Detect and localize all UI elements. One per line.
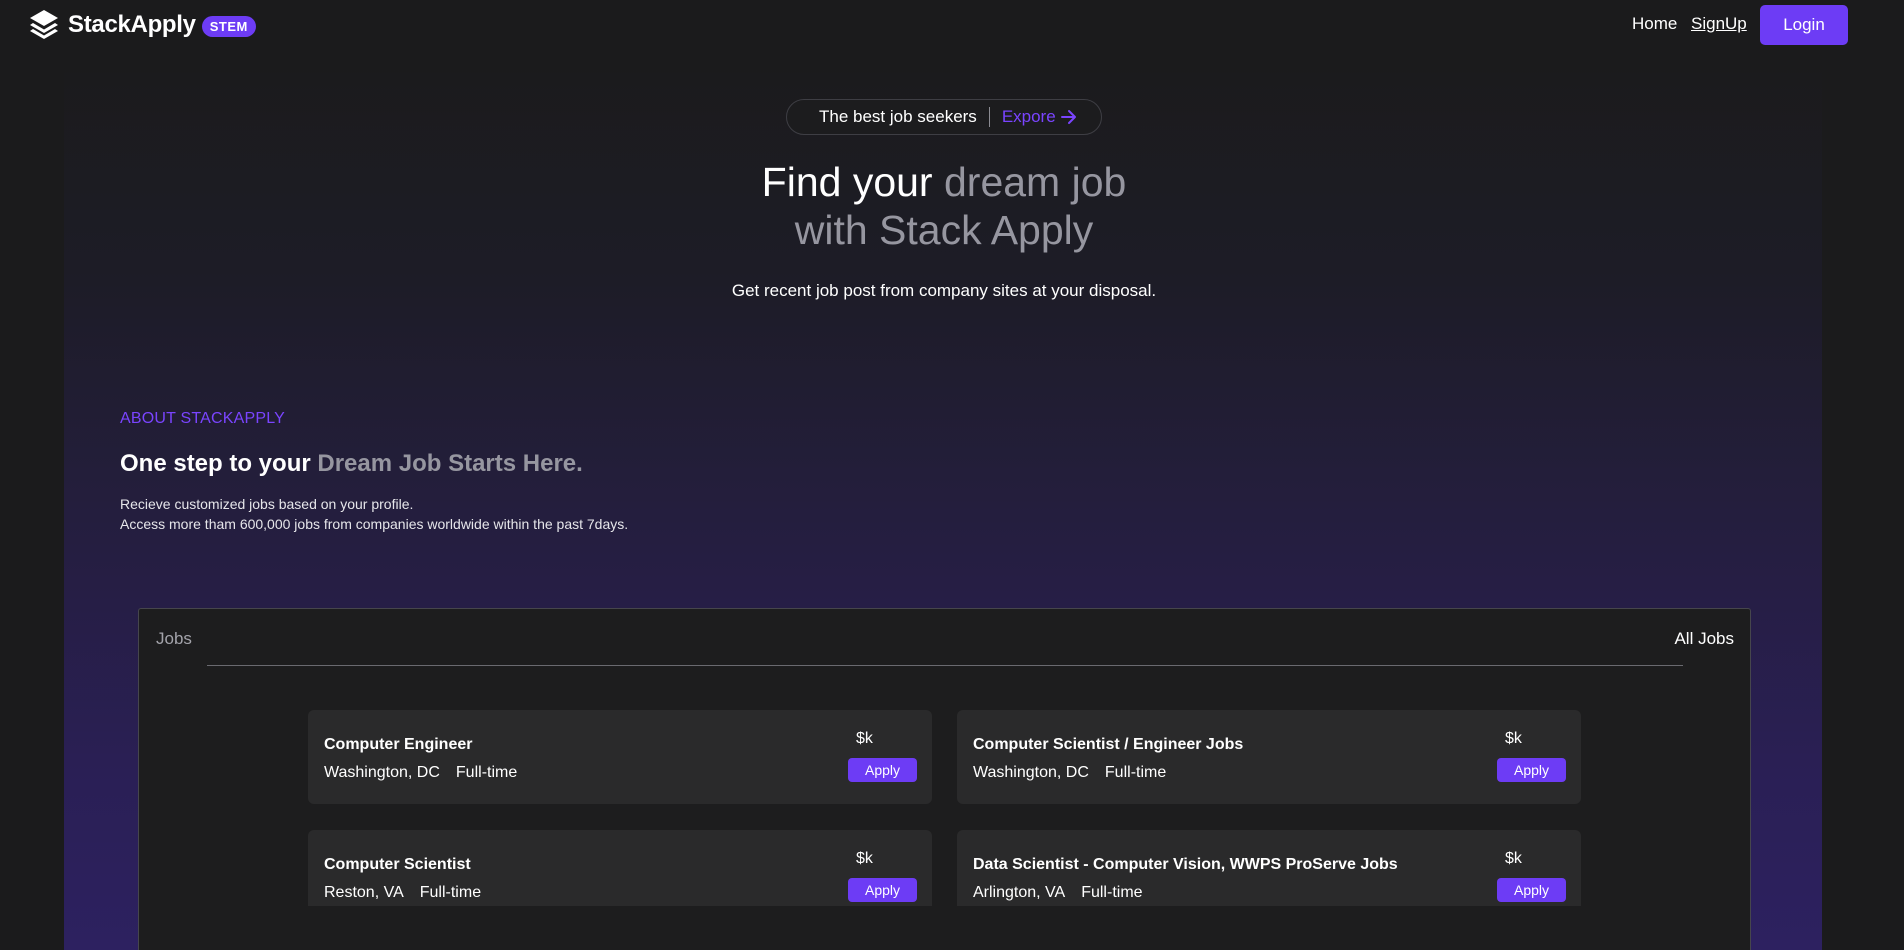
about-title-highlight: Dream Job Starts Here.: [317, 450, 583, 477]
job-title: Computer Engineer: [324, 736, 473, 753]
hero-title-part1: Find your: [761, 159, 944, 205]
about-eyebrow: ABOUT STACKAPPLY: [120, 410, 286, 427]
all-jobs-link[interactable]: All Jobs: [1674, 629, 1734, 649]
jobs-scroll-area[interactable]: Jobs All Jobs Computer Engineer Washingt…: [139, 609, 1750, 906]
hero-title-highlight: dream job: [943, 159, 1127, 205]
arrow-right-icon: [1060, 110, 1076, 124]
job-salary: $k: [856, 850, 873, 867]
apply-button[interactable]: Apply: [1497, 878, 1566, 902]
apply-button[interactable]: Apply: [1497, 758, 1566, 782]
brand[interactable]: StackApply STEM: [28, 8, 256, 41]
job-type: Full-time: [1081, 884, 1143, 901]
pill-divider: [988, 107, 990, 127]
job-meta: Arlington, VA Full-time: [973, 884, 1143, 902]
tab-jobs[interactable]: Jobs: [156, 629, 192, 649]
job-location: Washington, DC: [324, 764, 440, 781]
apply-button[interactable]: Apply: [848, 758, 917, 782]
job-card[interactable]: Computer Scientist Reston, VA Full-time …: [308, 830, 932, 906]
hero-subtitle: Get recent job post from company sites a…: [731, 281, 1157, 300]
top-navbar: StackApply STEM Home SignUp Login: [0, 0, 1904, 50]
job-salary: $k: [1505, 850, 1522, 867]
job-meta: Washington, DC Full-time: [973, 764, 1166, 782]
job-title: Data Scientist - Computer Vision, WWPS P…: [973, 856, 1398, 873]
jobs-divider: [207, 665, 1683, 666]
announcement-pill: The best job seekers Expore: [786, 99, 1102, 135]
job-salary: $k: [856, 730, 873, 747]
job-meta: Reston, VA Full-time: [324, 884, 481, 902]
hero-title: Find your dream job with Stack Apply: [500, 158, 1388, 254]
job-card[interactable]: Computer Engineer Washington, DC Full-ti…: [308, 710, 932, 804]
about-description-line1: Recieve customized jobs based on your pr…: [120, 496, 414, 512]
layers-logo-icon: [30, 10, 58, 39]
job-location: Washington, DC: [973, 764, 1089, 781]
nav-home-link[interactable]: Home: [1632, 14, 1677, 34]
job-card[interactable]: Data Scientist - Computer Vision, WWPS P…: [957, 830, 1581, 906]
login-button[interactable]: Login: [1760, 5, 1848, 45]
job-type: Full-time: [419, 884, 482, 901]
job-card[interactable]: Computer Scientist / Engineer Jobs Washi…: [957, 710, 1581, 804]
jobs-panel: Jobs All Jobs Computer Engineer Washingt…: [138, 608, 1751, 950]
explore-link-label: Expore: [1001, 107, 1056, 126]
job-location: Arlington, VA: [973, 884, 1066, 901]
job-title: Computer Scientist / Engineer Jobs: [973, 736, 1244, 753]
job-type: Full-time: [455, 764, 518, 781]
job-salary: $k: [1505, 730, 1522, 747]
stem-badge: STEM: [201, 16, 256, 37]
brand-name: StackApply: [68, 10, 196, 38]
explore-link[interactable]: Expore: [1002, 107, 1078, 127]
apply-button[interactable]: Apply: [848, 878, 917, 902]
nav-signup-link[interactable]: SignUp: [1691, 14, 1747, 34]
about-title-part1: One step to your: [120, 450, 318, 477]
pill-text: The best job seekers: [819, 107, 977, 126]
job-location: Reston, VA: [324, 884, 404, 901]
job-meta: Washington, DC Full-time: [324, 764, 517, 782]
about-title: One step to your Dream Job Starts Here.: [120, 450, 583, 478]
about-description-line2: Access more tham 600,000 jobs from compa…: [120, 516, 629, 532]
job-title: Computer Scientist: [324, 856, 471, 873]
job-type: Full-time: [1104, 764, 1167, 781]
hero-title-part3: with Stack Apply: [794, 207, 1094, 253]
